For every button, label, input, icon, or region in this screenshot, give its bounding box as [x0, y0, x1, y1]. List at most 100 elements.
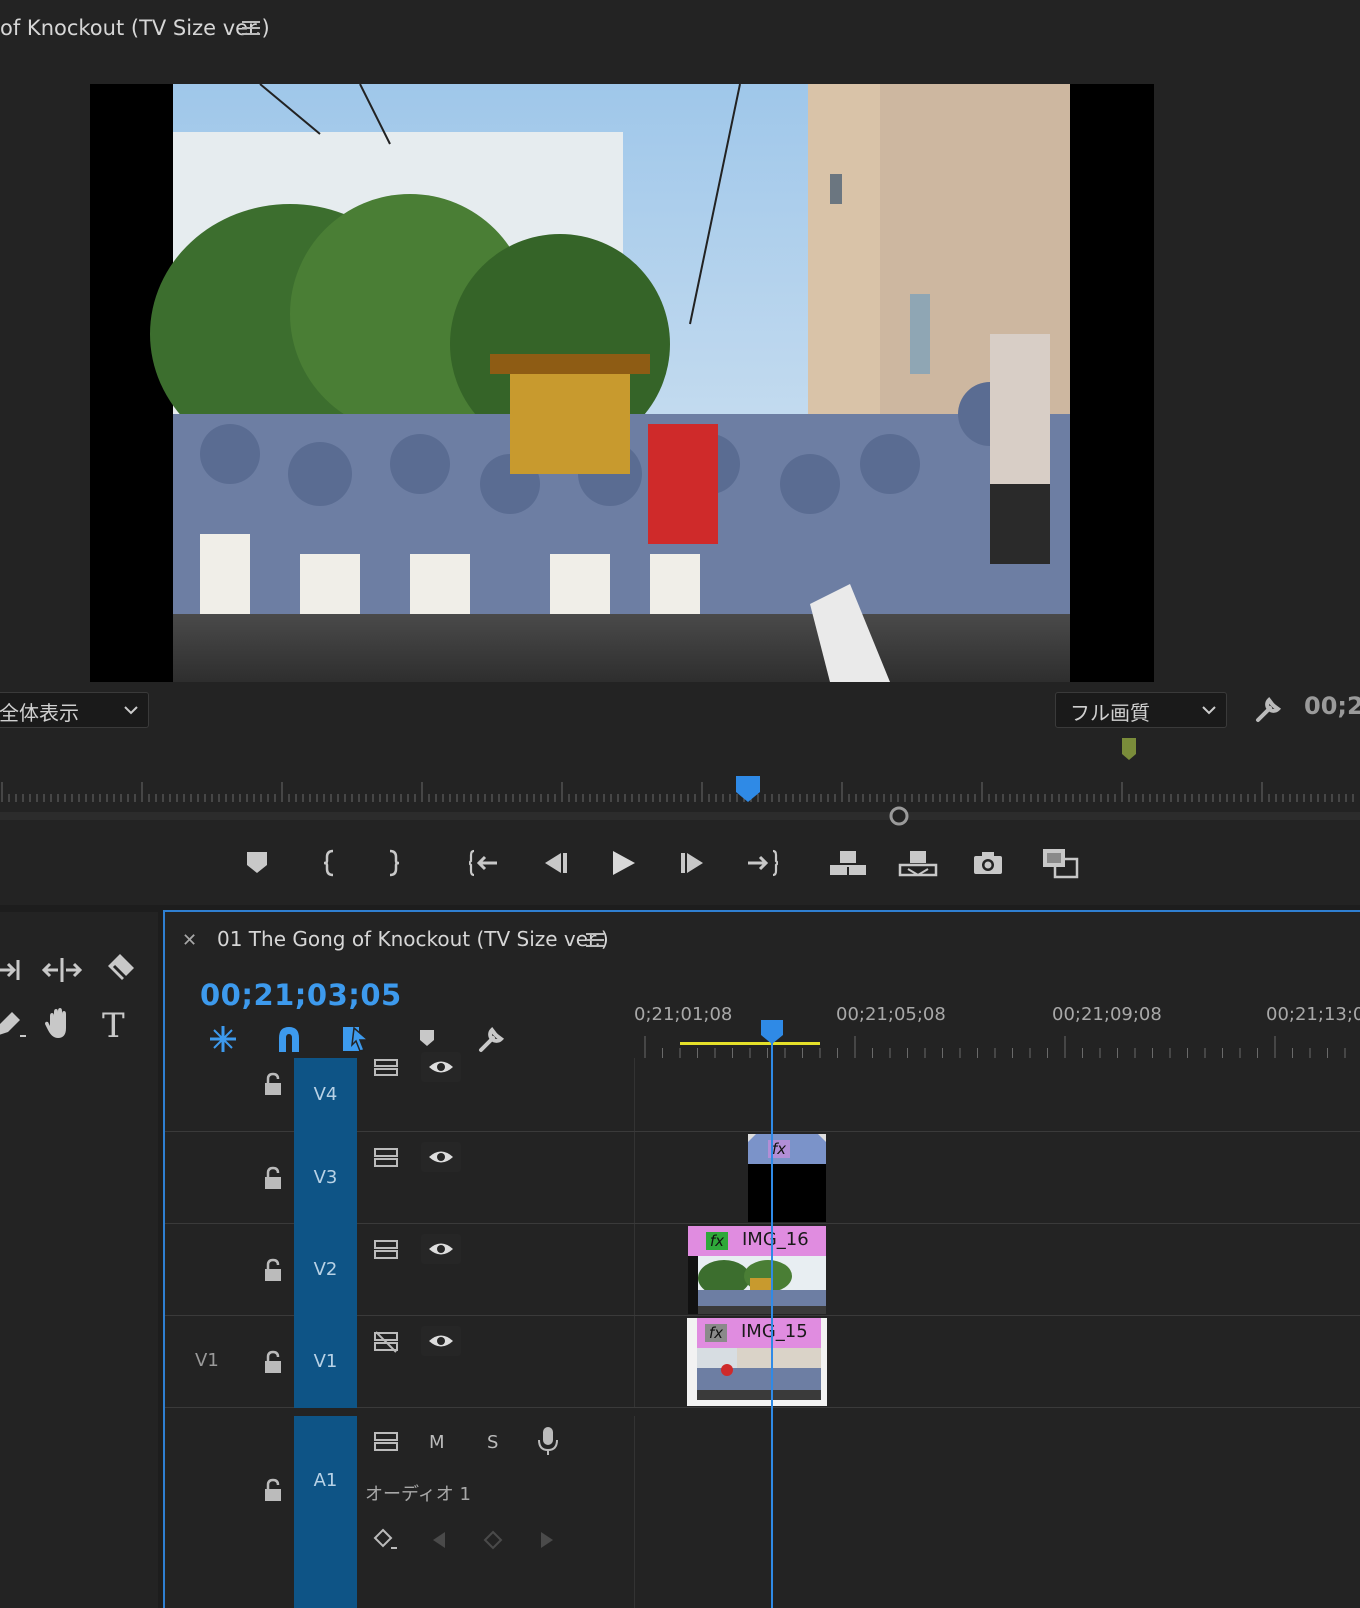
keyframe-icon[interactable]	[483, 1530, 503, 1550]
marker-icon	[420, 1030, 434, 1046]
previous-keyframe-icon[interactable]	[431, 1530, 447, 1550]
program-video-frame[interactable]	[90, 84, 1154, 682]
compare-view-button[interactable]	[1040, 843, 1080, 883]
step-back-button[interactable]	[535, 843, 575, 883]
sync-lock-icon[interactable]	[373, 1238, 399, 1260]
microphone-icon[interactable]	[537, 1426, 559, 1456]
track-header: V1 V1	[165, 1316, 635, 1408]
nest-icon	[210, 1026, 236, 1052]
track-name-v1[interactable]: V1	[294, 1316, 357, 1408]
add-marker-button[interactable]	[410, 1022, 444, 1056]
out-point-marker[interactable]	[1122, 738, 1136, 760]
playback-quality-select[interactable]: フル画質	[1055, 692, 1227, 728]
zoom-level-select[interactable]: 全体表示	[0, 692, 149, 728]
lock-icon[interactable]	[263, 1258, 283, 1282]
track-divider	[634, 1132, 635, 1223]
play-icon	[613, 851, 635, 875]
clip-img-16[interactable]: fx IMG_16	[688, 1226, 826, 1314]
clip-v3-adjustment[interactable]: fx	[748, 1134, 826, 1222]
toggle-visibility-button[interactable]	[421, 1234, 461, 1264]
sync-lock-icon[interactable]	[373, 1058, 399, 1076]
track-a1: A1 M S オーディオ 1	[165, 1416, 1360, 1608]
track-name-v2[interactable]: V2	[294, 1224, 357, 1316]
keyframe-add-icon[interactable]	[373, 1528, 399, 1554]
ruler-label: 0;21;01;08	[634, 1004, 733, 1025]
panel-menu-icon[interactable]	[242, 20, 262, 36]
zoom-scrollbar[interactable]	[0, 806, 1360, 826]
in-out-range-bar[interactable]	[680, 1042, 820, 1045]
camera-icon	[974, 852, 1002, 874]
pen-icon	[0, 1012, 26, 1037]
playhead-line	[771, 1034, 773, 1608]
export-frame-button[interactable]	[968, 843, 1008, 883]
track-v4: V4	[165, 1052, 1360, 1132]
nest-toggle-button[interactable]	[206, 1022, 240, 1056]
hand-icon	[45, 1008, 66, 1038]
razor-tool[interactable]	[102, 952, 138, 988]
lock-icon[interactable]	[263, 1166, 283, 1190]
type-tool[interactable]: T	[102, 1006, 138, 1046]
add-marker-button[interactable]	[237, 843, 277, 883]
source-patch-v1[interactable]: V1	[195, 1350, 219, 1371]
toggle-visibility-button[interactable]	[421, 1142, 461, 1172]
lock-icon[interactable]	[263, 1478, 283, 1502]
eye-icon	[429, 1335, 453, 1347]
lock-icon[interactable]	[263, 1072, 283, 1096]
toggle-visibility-button[interactable]	[421, 1052, 461, 1082]
mark-in-button[interactable]	[309, 843, 349, 883]
close-icon[interactable]: ✕	[182, 930, 197, 951]
lock-icon[interactable]	[263, 1350, 283, 1374]
snap-button[interactable]	[272, 1022, 306, 1056]
track-name-v3[interactable]: V3	[294, 1132, 357, 1224]
play-button[interactable]	[603, 843, 643, 883]
track-header: A1 M S オーディオ 1	[165, 1416, 635, 1608]
timeline-settings-button[interactable]	[475, 1022, 509, 1056]
timeline-playhead[interactable]	[761, 1020, 783, 1044]
solo-track-button[interactable]: S	[487, 1432, 498, 1453]
sequence-timecode[interactable]: 00;21;03;05	[200, 978, 402, 1012]
toggle-visibility-button[interactable]	[421, 1326, 461, 1356]
tools-panel: T	[0, 912, 158, 1608]
go-to-out-button[interactable]	[742, 843, 782, 883]
hand-tool[interactable]	[42, 1006, 78, 1042]
lift-button[interactable]	[828, 843, 868, 883]
mark-out-button[interactable]	[374, 843, 414, 883]
audio-track-name[interactable]: オーディオ 1	[365, 1480, 471, 1506]
slip-icon	[42, 958, 82, 982]
track-name-v4[interactable]: V4	[294, 1058, 357, 1132]
fx-badge: fx	[705, 1324, 727, 1342]
program-time-ruler[interactable]	[0, 770, 1360, 804]
type-icon: T	[102, 1006, 125, 1046]
track-divider	[634, 1416, 635, 1608]
step-forward-button[interactable]	[673, 843, 713, 883]
next-keyframe-icon[interactable]	[539, 1530, 555, 1550]
sequence-tab-title[interactable]: 01 The Gong of Knockout (TV Size ver.)	[217, 927, 609, 951]
chevron-down-icon	[124, 706, 138, 715]
mute-track-button[interactable]: M	[429, 1432, 445, 1453]
panel-menu-icon[interactable]	[586, 932, 606, 948]
ripple-edit-tool[interactable]	[0, 952, 30, 988]
go-to-in-icon	[469, 849, 497, 877]
track-header: V4	[165, 1052, 635, 1132]
track-header: V2	[165, 1224, 635, 1316]
extract-button[interactable]	[898, 843, 938, 883]
wrench-icon[interactable]	[1252, 692, 1286, 726]
pen-tool[interactable]	[0, 1006, 30, 1042]
sync-lock-icon[interactable]	[373, 1430, 399, 1452]
playback-quality-value: フル画質	[1070, 701, 1150, 725]
linked-selection-button[interactable]	[340, 1022, 374, 1056]
sync-lock-off-icon[interactable]	[373, 1330, 399, 1354]
go-to-in-button[interactable]	[465, 843, 505, 883]
clip-img-15[interactable]: fx IMG_15	[687, 1318, 827, 1406]
marker-icon	[247, 852, 267, 873]
track-name-a1[interactable]: A1	[294, 1416, 357, 1608]
track-divider	[634, 1058, 635, 1131]
program-playhead[interactable]	[736, 776, 760, 802]
track-header: V3	[165, 1132, 635, 1224]
ruler-label: 00;21;09;08	[1052, 1004, 1162, 1025]
brace-left-icon	[323, 849, 334, 877]
magnet-icon	[279, 1027, 299, 1052]
compare-icon	[1043, 849, 1079, 879]
sync-lock-icon[interactable]	[373, 1146, 399, 1168]
slip-tool[interactable]	[42, 952, 82, 988]
